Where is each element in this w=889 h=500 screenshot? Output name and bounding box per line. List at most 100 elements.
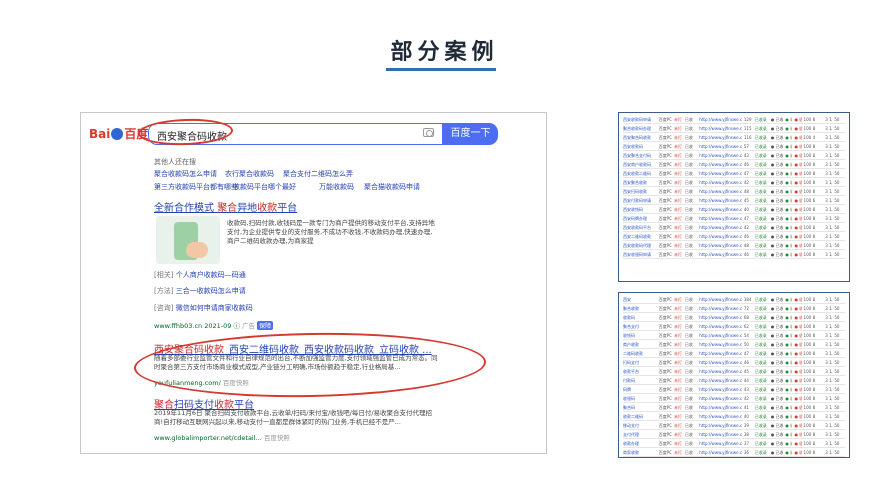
table-cell[interactable]: http://www.yjfinswe.com/ [699, 178, 742, 186]
table-cell[interactable]: http://www.yjfinswe.com/ [699, 214, 742, 222]
table-cell[interactable]: 西安收款码代理 [623, 241, 657, 249]
table-cell[interactable]: http://www.yjfinswe.com/ [699, 367, 742, 375]
table-cell[interactable]: 聚合收款 [623, 304, 657, 312]
table-cell[interactable]: 西安收款码平台 [623, 223, 657, 231]
table-cell: 未打 [674, 396, 682, 401]
table-cell[interactable]: http://www.yjfinswe.com/ [699, 232, 742, 240]
table-cell[interactable]: http://www.yjfinswe.com/ [699, 250, 742, 258]
result-title[interactable]: 全新合作模式 聚合异地收款平台 [154, 199, 297, 214]
sub-link[interactable]: [方法] 三合一收款码怎么申请 [154, 286, 246, 296]
table-cell[interactable]: 西安二维码收款 [623, 232, 657, 240]
table-cell[interactable]: 聚合码 [623, 403, 657, 411]
table-cell[interactable]: 付款码 [623, 376, 657, 384]
table-cell[interactable]: http://www.yjfinswe.com/ [699, 349, 742, 357]
table-cell[interactable]: 商家收款 [623, 448, 657, 456]
table-cell[interactable]: http://www.yjfinswe.com/ [699, 142, 742, 150]
related-link[interactable]: 第三方收款码平台都有哪些 [154, 182, 238, 192]
table-cell[interactable]: 商户收款 [623, 340, 657, 348]
related-link[interactable]: 聚合支付二维码怎么弄 [283, 169, 353, 179]
camera-icon[interactable] [423, 128, 434, 137]
table-row: 聚合支付百度PC未打已收 http://www.yjfinswe.com/62 已收… [623, 322, 845, 331]
result-url[interactable]: www.ffhb03.cn 2021-09 ⓘ 广告 保障 [154, 320, 274, 330]
search-button[interactable]: 百度一下 [443, 123, 498, 145]
snapshot-link[interactable]: 百度快照 [264, 434, 290, 442]
table-cell[interactable]: http://www.yjfinswe.com/ [699, 412, 742, 420]
table-cell[interactable]: http://www.yjfinswe.com/ [699, 421, 742, 429]
table-cell[interactable]: http://www.yjfinswe.com/ [699, 331, 742, 339]
table-cell[interactable]: http://www.yjfinswe.com/ [699, 394, 742, 402]
table-cell[interactable]: 西安商户收款码 [623, 160, 657, 168]
table-cell[interactable]: http://www.yjfinswe.com/ [699, 169, 742, 177]
table-cell[interactable]: http://www.yjfinswe.com/ [699, 151, 742, 159]
table-cell[interactable]: http://www.yjfinswe.com/ [699, 304, 742, 312]
table-cell[interactable]: 西安收钱码 [623, 205, 657, 213]
table-cell[interactable]: 西安收银码申请 [623, 250, 657, 258]
ad-label: 广告 [242, 322, 256, 330]
related-link[interactable]: 收款码平台哪个最好 [233, 182, 296, 192]
table-cell: 未打 [674, 432, 682, 437]
table-cell[interactable]: 西安聚合收款 [623, 178, 657, 186]
table-cell[interactable]: 收款码 [623, 313, 657, 321]
table-cell: 8 [812, 396, 816, 401]
result-thumbnail[interactable] [156, 216, 220, 264]
table-cell[interactable]: http://www.yjfinswe.com/ [699, 448, 742, 456]
table-cell[interactable]: 西安收款二维码 [623, 169, 657, 177]
title-part: 全新合作模式 [154, 203, 218, 214]
table-cell[interactable]: http://www.yjfinswe.com/ [699, 430, 742, 438]
table-cell[interactable]: http://www.yjfinswe.com/ [699, 295, 742, 303]
table-cell[interactable]: 扫码支付 [623, 358, 657, 366]
table-cell[interactable]: http://www.yjfinswe.com/ [699, 313, 742, 321]
table-cell[interactable]: 西安聚合码收款 [623, 133, 657, 141]
table-cell[interactable]: http://www.yjfinswe.com/ [699, 241, 742, 249]
table-cell[interactable]: http://www.yjfinswe.com/ [699, 439, 742, 447]
table-cell[interactable]: 收银码 [623, 394, 657, 402]
result-url[interactable]: www.globalimporter.net/cdetail... 百度快照 [154, 432, 290, 442]
table-cell[interactable]: http://www.yjfinswe.com/ [699, 385, 742, 393]
table-cell[interactable]: http://www.yjfinswe.com/ [699, 340, 742, 348]
table-cell[interactable]: http://www.yjfinswe.com/ [699, 322, 742, 330]
sub-link[interactable]: [相关] 个人商户收款码—码通 [154, 270, 246, 280]
table-cell[interactable]: http://www.yjfinswe.com/ [699, 223, 742, 231]
table-cell[interactable]: 西安付款码申请 [623, 196, 657, 204]
table-cell[interactable]: http://www.yjfinswe.com/ [699, 160, 742, 168]
table-cell[interactable]: http://www.yjfinswe.com/ [699, 124, 742, 132]
table-cell[interactable]: http://www.yjfinswe.com/ [699, 187, 742, 195]
table-cell[interactable]: 移动支付 [623, 421, 657, 429]
table-cell: ● 收 [794, 360, 801, 365]
table-cell[interactable]: 收款二维码 [623, 412, 657, 420]
table-cell: 8 [812, 450, 816, 455]
related-link[interactable]: 万能收款码 [319, 182, 354, 192]
related-link[interactable]: 聚合猫收款码申请 [364, 182, 420, 192]
table-cell[interactable]: http://www.yjfinswe.com/ [699, 133, 742, 141]
table-cell[interactable]: 码牌 [623, 385, 657, 393]
related-link[interactable]: 农行聚合收款码 [225, 169, 274, 179]
table-cell[interactable]: 西安扫码收款 [623, 187, 657, 195]
table-cell: 已收录 [754, 207, 767, 212]
table-cell[interactable]: 支付代理 [623, 430, 657, 438]
table-cell[interactable]: 聚合支付 [623, 322, 657, 330]
table-cell[interactable]: http://www.yjfinswe.com/ [699, 115, 742, 123]
table-cell: 3 1/1 [825, 135, 832, 140]
table-cell[interactable]: 二维码收款 [623, 349, 657, 357]
table-cell[interactable]: 西安聚合支付码 [623, 151, 657, 159]
sub-link[interactable]: [咨询] 微信如何申请商家收款码 [154, 303, 253, 313]
table-cell[interactable]: 西安 [623, 295, 657, 303]
table-cell[interactable]: 西安收款码 [623, 142, 657, 150]
table-cell[interactable]: 收款办理 [623, 439, 657, 447]
table-cell[interactable]: 西安收款码申请 [623, 115, 657, 123]
table-cell[interactable]: http://www.yjfinswe.com/ [699, 358, 742, 366]
table-cell[interactable]: http://www.yjfinswe.com/ [699, 205, 742, 213]
table-cell: 百度PC [658, 369, 672, 374]
table-cell: 8 [812, 351, 816, 356]
table-cell[interactable]: 收钱码 [623, 331, 657, 339]
table-cell[interactable]: 西安码牌办理 [623, 214, 657, 222]
ranking-table-bottom: 西安百度PC未打已收http://www.yjfinswe.com/384已收录… [618, 292, 850, 458]
table-cell[interactable]: http://www.yjfinswe.com/ [699, 196, 742, 204]
table-cell[interactable]: http://www.yjfinswe.com/ [699, 403, 742, 411]
related-link[interactable]: 聚合收款码怎么申请 [154, 169, 217, 179]
table-cell[interactable]: 聚合收款码办理 [623, 124, 657, 132]
table-row: 码牌百度PC未打已收http://www.yjfinswe.com/43已收录●… [623, 385, 845, 394]
table-cell: 百度PC [658, 423, 672, 428]
table-cell[interactable]: 收款平台 [623, 367, 657, 375]
table-cell[interactable]: http://www.yjfinswe.com/ [699, 376, 742, 384]
